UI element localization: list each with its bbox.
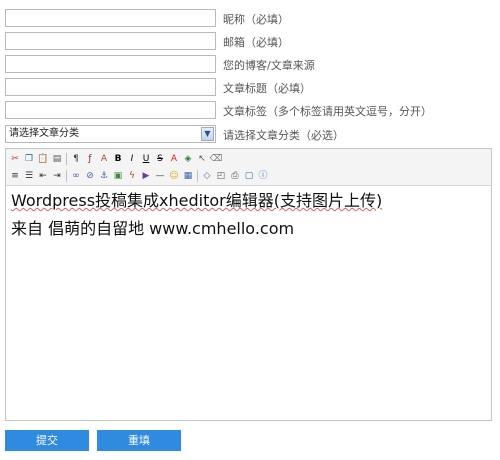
cut-icon[interactable]: ✂ (9, 153, 21, 165)
italic-icon[interactable]: I (126, 153, 138, 165)
underline-icon[interactable]: U (140, 153, 152, 165)
editor-content[interactable]: Wordpress投稿集成xheditor编辑器(支持图片上传) 来自 倡萌的自… (11, 189, 485, 241)
unlink-icon[interactable]: ⊘ (84, 170, 96, 182)
editor-content-line-1: Wordpress投稿集成xheditor编辑器(支持图片上传) (11, 191, 383, 210)
strikethrough-icon[interactable]: S (154, 153, 166, 165)
block-format-icon[interactable]: ¶ (70, 153, 82, 165)
print-icon[interactable]: ⎙ (229, 170, 241, 182)
editor-toolbar: ✂ ❐ 📋 ▤ ¶ ƒ A B I U S A ◈ ↖ ⌫ ≡ ☰ ⇤ ⇥ ∞ ⊘ ⚓ ▣ ϟ ▶ — ☺ ▦ ◇ ◰ ⎙ ▢ ⓘ (6, 149, 491, 186)
select-all-icon[interactable]: ↖ (196, 153, 208, 165)
paste-icon[interactable]: 📋 (37, 153, 49, 165)
email-label: 邮箱（必填） (223, 36, 289, 49)
emoticon-icon[interactable]: ☺ (168, 170, 180, 182)
anchor-icon[interactable]: ⚓ (98, 170, 110, 182)
source-icon[interactable]: ◇ (201, 170, 213, 182)
reset-button[interactable]: 重填 (97, 430, 181, 451)
toolbar-row-2: ≡ ☰ ⇤ ⇥ ∞ ⊘ ⚓ ▣ ϟ ▶ — ☺ ▦ ◇ ◰ ⎙ ▢ ⓘ (9, 168, 271, 184)
font-size-icon[interactable]: A (98, 153, 110, 165)
toolbar-row-1: ✂ ❐ 📋 ▤ ¶ ƒ A B I U S A ◈ ↖ ⌫ (9, 151, 224, 167)
rich-text-editor: ✂ ❐ 📋 ▤ ¶ ƒ A B I U S A ◈ ↖ ⌫ ≡ ☰ ⇤ ⇥ ∞ ⊘ ⚓ ▣ ϟ ▶ — ☺ ▦ ◇ ◰ ⎙ ▢ ⓘ Wordp… (5, 148, 492, 421)
submit-button[interactable]: 提交 (5, 430, 89, 451)
email-input[interactable] (5, 32, 216, 50)
flash-icon[interactable]: ϟ (126, 170, 138, 182)
fullscreen-icon[interactable]: ▢ (243, 170, 255, 182)
toolbar-separator (66, 153, 67, 165)
list-icon[interactable]: ☰ (23, 170, 35, 182)
nickname-label: 昵称（必填） (223, 13, 289, 26)
nickname-input[interactable] (5, 9, 216, 27)
horizontal-rule-icon[interactable]: — (154, 170, 166, 182)
bold-icon[interactable]: B (112, 153, 124, 165)
media-icon[interactable]: ▶ (140, 170, 152, 182)
about-icon[interactable]: ⓘ (257, 170, 269, 182)
toolbar-separator (66, 170, 67, 182)
toolbar-separator (197, 170, 198, 182)
table-icon[interactable]: ▦ (182, 170, 194, 182)
blog-source-input[interactable] (5, 55, 216, 73)
link-icon[interactable]: ∞ (70, 170, 82, 182)
tags-input[interactable] (5, 101, 216, 119)
category-label: 请选择文章分类（必选） (223, 129, 344, 142)
category-select[interactable]: 请选择文章分类 ▼ (5, 125, 216, 143)
background-color-icon[interactable]: ◈ (182, 153, 194, 165)
tags-label: 文章标签（多个标签请用英文逗号，分开） (223, 105, 432, 118)
font-color-icon[interactable]: A (168, 153, 180, 165)
image-icon[interactable]: ▣ (112, 170, 124, 182)
outdent-icon[interactable]: ⇤ (37, 170, 49, 182)
paste-text-icon[interactable]: ▤ (51, 153, 63, 165)
category-selected-value: 请选择文章分类 (9, 128, 79, 139)
title-label: 文章标题（必填） (223, 82, 311, 95)
align-icon[interactable]: ≡ (9, 170, 21, 182)
copy-icon[interactable]: ❐ (23, 153, 35, 165)
editor-content-line-2: 来自 倡萌的自留地 www.cmhello.com (11, 219, 295, 238)
title-input[interactable] (5, 78, 216, 96)
font-family-icon[interactable]: ƒ (84, 153, 96, 165)
chevron-down-icon[interactable]: ▼ (201, 127, 214, 141)
blog-source-label: 您的博客/文章来源 (223, 59, 315, 72)
remove-format-icon[interactable]: ⌫ (210, 153, 223, 165)
indent-icon[interactable]: ⇥ (51, 170, 63, 182)
preview-icon[interactable]: ◰ (215, 170, 227, 182)
